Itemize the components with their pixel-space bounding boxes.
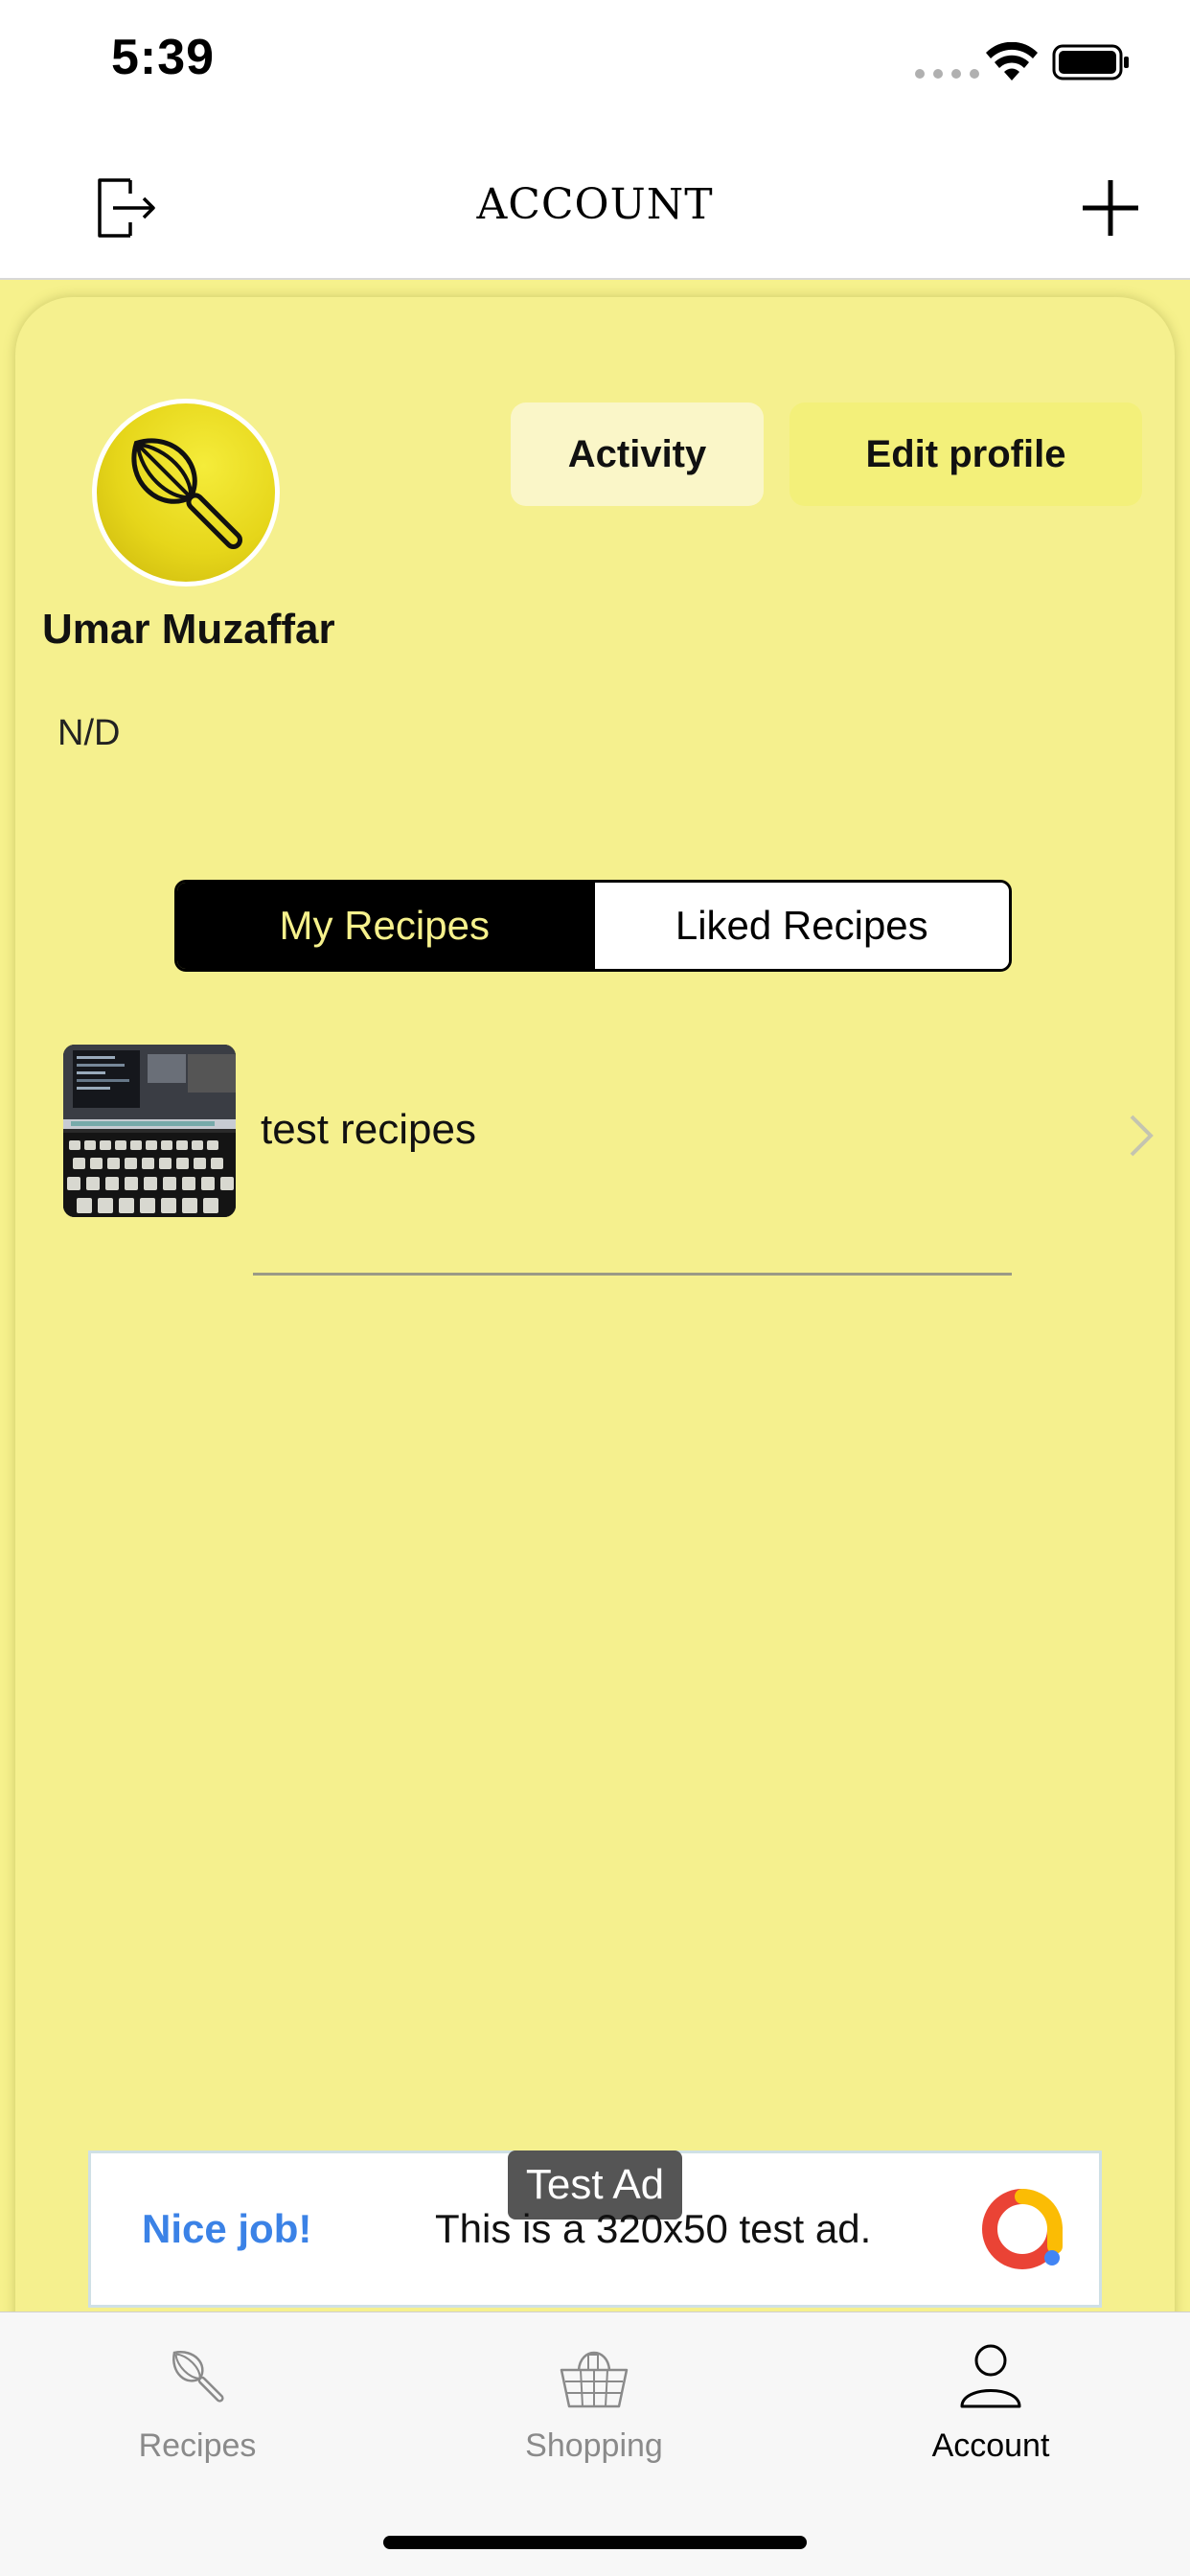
recipe-thumbnail (63, 1045, 236, 1217)
tab-account[interactable]: Account (847, 2312, 1134, 2485)
user-name: Umar Muzaffar (42, 606, 335, 653)
recipe-list-item[interactable]: test recipes (57, 1045, 1169, 1217)
recipes-segmented-control: My Recipes Liked Recipes (174, 880, 1012, 972)
page-title: ACCOUNT (476, 180, 714, 229)
account-screen: 5:39 ACCOUNT Umar Muzaffar N/D Activity … (0, 0, 1190, 2576)
divider (253, 1273, 1012, 1276)
wifi-icon (986, 42, 1038, 80)
status-bar: 5:39 (0, 0, 1190, 134)
whisk-icon (131, 438, 242, 549)
person-icon (960, 2344, 1021, 2408)
ad-logo-icon (982, 2189, 1063, 2269)
chevron-right-icon (1130, 1115, 1154, 1157)
navigation-bar: ACCOUNT (0, 134, 1190, 280)
tab-shopping[interactable]: Shopping (450, 2312, 738, 2485)
tab-my-recipes[interactable]: My Recipes (177, 883, 592, 969)
tab-recipes[interactable]: Recipes (54, 2312, 341, 2485)
tab-shopping-label: Shopping (525, 2427, 663, 2464)
tab-account-label: Account (931, 2427, 1050, 2464)
plus-icon[interactable] (1079, 176, 1142, 240)
battery-icon (1052, 44, 1129, 80)
tab-recipes-label: Recipes (138, 2427, 257, 2464)
tab-liked-recipes[interactable]: Liked Recipes (591, 883, 1009, 969)
home-indicator[interactable] (383, 2536, 807, 2549)
whisk-icon (172, 2351, 224, 2403)
activity-button[interactable]: Activity (511, 402, 764, 506)
avatar (92, 399, 280, 586)
signal-icon (915, 69, 979, 79)
basket-icon (560, 2351, 629, 2408)
edit-profile-button[interactable]: Edit profile (790, 402, 1142, 506)
recipe-title: test recipes (261, 1106, 476, 1153)
status-time: 5:39 (111, 30, 216, 85)
user-bio: N/D (57, 713, 121, 753)
ad-headline[interactable]: Nice job! (142, 2206, 311, 2252)
ad-body: This is a 320x50 test ad. (435, 2206, 872, 2251)
